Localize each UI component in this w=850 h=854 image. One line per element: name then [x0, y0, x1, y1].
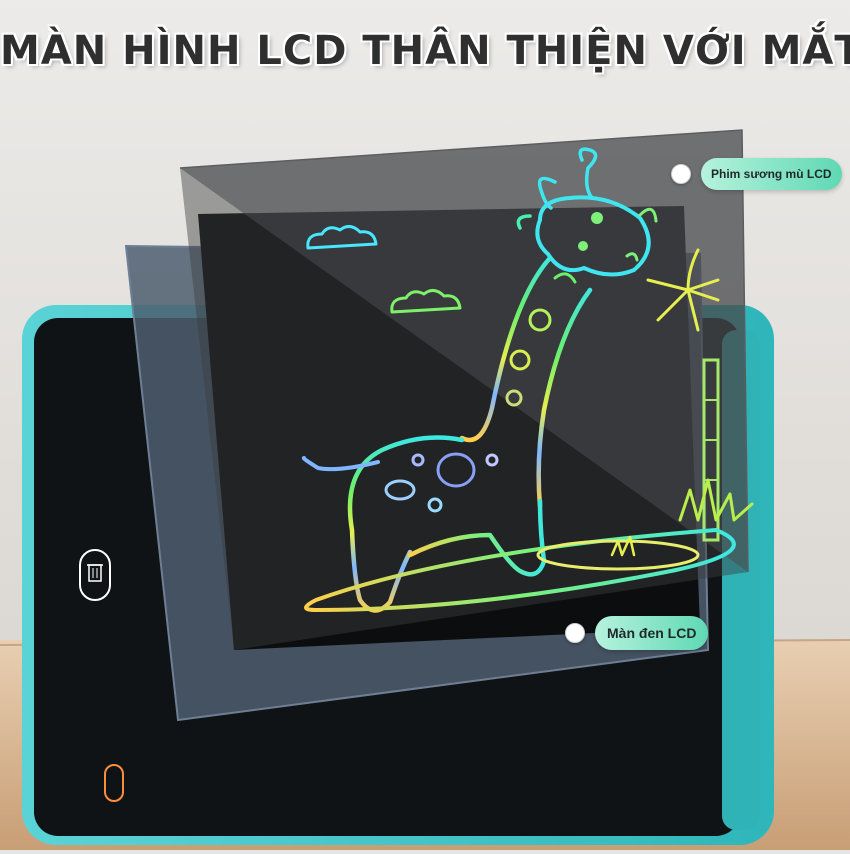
callout-label: Phim sương mù LCD [701, 158, 842, 190]
product-illustration [0, 0, 850, 850]
headline: MÀN HÌNH LCD THÂN THIỆN VỚI MẮT [0, 28, 850, 74]
callout-dot [565, 623, 585, 643]
callout-black-screen: Màn đen LCD [565, 616, 709, 650]
callout-fog-film: Phim sương mù LCD [671, 158, 842, 190]
product-scene: MÀN HÌNH LCD THÂN THIỆN VỚI MẮT Phim sươ… [0, 0, 850, 850]
callout-dot [671, 164, 691, 184]
callout-label: Màn đen LCD [595, 616, 709, 650]
